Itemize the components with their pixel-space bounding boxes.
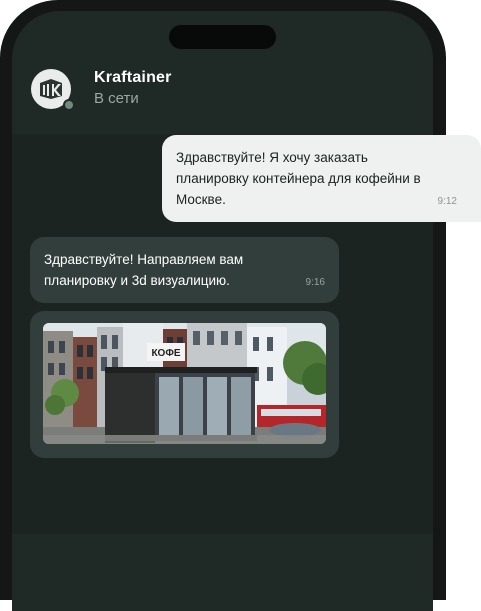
contact-name: Kraftainer	[94, 69, 172, 86]
message-text: Здравствуйте! Направляем вам планировку …	[44, 252, 244, 288]
message-text: Здравствуйте! Я хочу заказать планировку…	[176, 150, 421, 207]
online-indicator	[63, 99, 75, 111]
message-time: 9:16	[305, 277, 325, 288]
message-time: 9:12	[437, 196, 457, 207]
sign-text: КОФЕ	[151, 348, 180, 359]
incoming-message[interactable]: Здравствуйте! Направляем вам планировку …	[30, 237, 339, 303]
kraftainer-logo-icon	[40, 79, 62, 99]
outgoing-message[interactable]: Здравствуйте! Я хочу заказать планировку…	[162, 135, 481, 222]
coffee-container-render-image[interactable]: КОФЕ	[43, 323, 326, 444]
chat-header	[12, 56, 433, 134]
contact-status: В сети	[94, 90, 139, 107]
phone-notch	[169, 25, 276, 49]
